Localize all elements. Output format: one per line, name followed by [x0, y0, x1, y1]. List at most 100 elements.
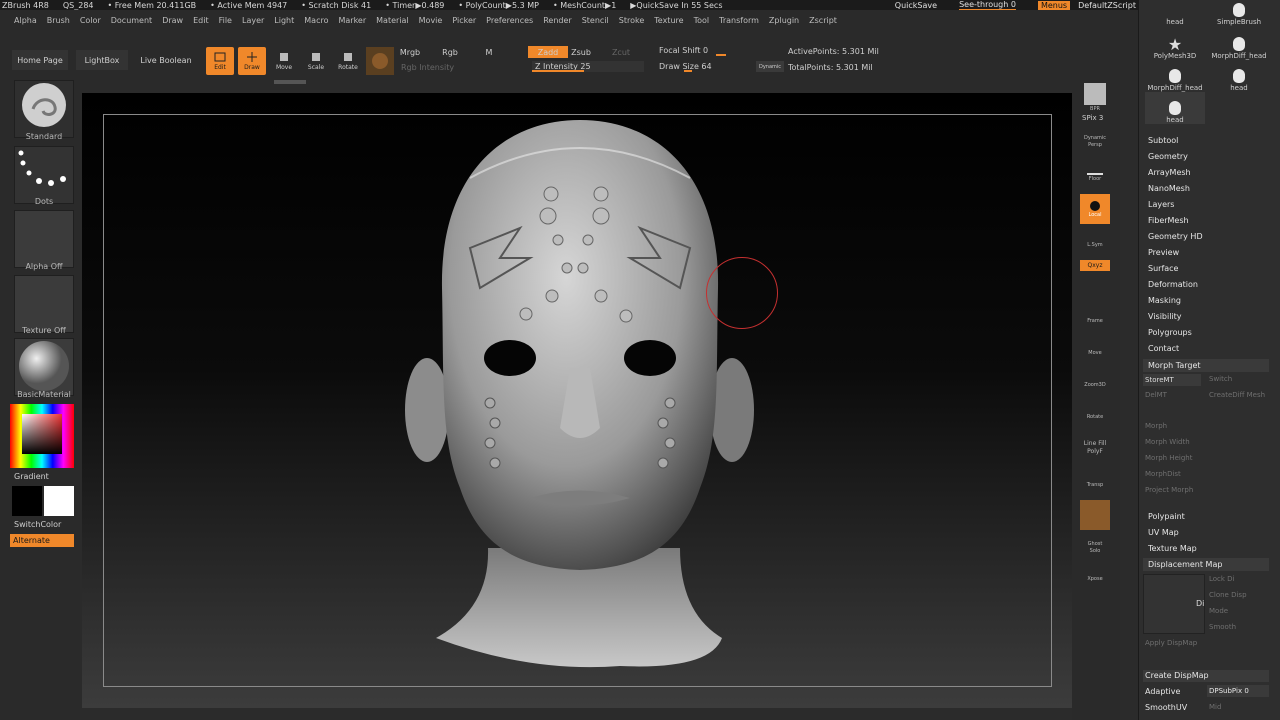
menu-color[interactable]: Color: [80, 16, 101, 25]
rotate-view-button[interactable]: Rotate: [1080, 402, 1110, 432]
rgb-intensity-slider[interactable]: Rgb Intensity: [398, 62, 526, 73]
texturemap-subpalette[interactable]: Texture Map: [1148, 544, 1197, 553]
subpalette-fibermesh[interactable]: FiberMesh: [1148, 216, 1189, 225]
subpalette-contact[interactable]: Contact: [1148, 344, 1179, 353]
subpalette-surface[interactable]: Surface: [1148, 264, 1178, 273]
move-button[interactable]: Move: [270, 47, 298, 75]
draw-button[interactable]: Draw: [238, 47, 266, 75]
adaptive-toggle[interactable]: Adaptive: [1145, 687, 1180, 696]
subtool-thumb-head[interactable]: head: [1145, 0, 1205, 26]
project-morph-slider[interactable]: Project Morph: [1145, 486, 1193, 494]
menu-zscript[interactable]: Zscript: [809, 16, 837, 25]
head-model[interactable]: [380, 118, 780, 678]
rgb-toggle[interactable]: Rgb: [440, 46, 460, 58]
scale-button[interactable]: Scale: [302, 47, 330, 75]
menu-texture[interactable]: Texture: [654, 16, 683, 25]
zcut-toggle[interactable]: Zcut: [610, 46, 632, 58]
menu-macro[interactable]: Macro: [304, 16, 328, 25]
secondary-color-swatch[interactable]: [44, 486, 74, 516]
floor-button[interactable]: Floor: [1080, 162, 1110, 192]
morph-height-slider[interactable]: Morph Height: [1145, 454, 1192, 462]
menu-stencil[interactable]: Stencil: [582, 16, 609, 25]
see-through-slider[interactable]: See-through 0: [959, 0, 1016, 11]
menu-file[interactable]: File: [219, 16, 232, 25]
zoom3d-button[interactable]: Zoom3D: [1080, 370, 1110, 400]
menu-layer[interactable]: Layer: [242, 16, 264, 25]
zsub-toggle[interactable]: Zsub: [570, 46, 592, 58]
subtool-thumb-simplebrush[interactable]: SimpleBrush: [1209, 0, 1269, 26]
xyz-button[interactable]: Qxyz: [1080, 260, 1110, 271]
subtool-thumb-polymesh3d[interactable]: ★ PolyMesh3D: [1145, 28, 1205, 61]
storemt-button[interactable]: StoreMT: [1143, 374, 1201, 386]
morph-slider[interactable]: Morph: [1145, 422, 1167, 430]
menu-document[interactable]: Document: [111, 16, 152, 25]
menu-alpha[interactable]: Alpha: [14, 16, 37, 25]
menu-light[interactable]: Light: [274, 16, 294, 25]
create-diff-button[interactable]: CreateDiff Mesh: [1209, 391, 1265, 399]
material-selector[interactable]: [14, 338, 74, 396]
subtool-thumb-morphdiff-2[interactable]: MorphDiff_head: [1145, 60, 1205, 92]
polypaint-subpalette[interactable]: Polypaint: [1148, 512, 1185, 521]
default-zscript[interactable]: DefaultZScript: [1078, 1, 1136, 10]
alternate-button[interactable]: Alternate: [10, 534, 74, 547]
morphdist-slider[interactable]: MorphDist: [1145, 470, 1181, 478]
dynamic-toggle[interactable]: Dynamic: [756, 61, 784, 72]
lightbox-button[interactable]: LightBox: [76, 50, 128, 70]
lock-disp-button[interactable]: Lock Di: [1209, 575, 1235, 583]
color-picker[interactable]: [10, 404, 74, 468]
apply-dispmap-button[interactable]: Apply DispMap: [1145, 639, 1197, 647]
material-swatch[interactable]: [366, 47, 394, 75]
menu-transform[interactable]: Transform: [719, 16, 759, 25]
subtool-thumb-head-3[interactable]: head: [1145, 92, 1205, 124]
subpalette-subtool[interactable]: Subtool: [1148, 136, 1178, 145]
live-boolean-button[interactable]: Live Boolean: [136, 50, 196, 70]
lsym-button[interactable]: L.Sym: [1080, 230, 1110, 260]
color-square[interactable]: [22, 414, 62, 454]
frame-button[interactable]: Frame: [1080, 306, 1110, 336]
persp-button[interactable]: Dynamic Persp: [1080, 126, 1110, 156]
solo-button[interactable]: Ghost Solo: [1080, 532, 1110, 562]
subpalette-deformation[interactable]: Deformation: [1148, 280, 1198, 289]
subpalette-layers[interactable]: Layers: [1148, 200, 1174, 209]
stroke-selector[interactable]: [14, 146, 74, 204]
zadd-toggle[interactable]: Zadd: [528, 46, 568, 58]
mrgb-toggle[interactable]: Mrgb: [398, 46, 422, 58]
disp-smooth-slider[interactable]: Smooth: [1209, 623, 1236, 631]
switch-color-button[interactable]: SwitchColor: [14, 520, 61, 529]
dpsubpix-slider[interactable]: DPSubPix 0: [1207, 685, 1269, 697]
morph-width-slider[interactable]: Morph Width: [1145, 438, 1190, 446]
menu-zplugin[interactable]: Zplugin: [769, 16, 799, 25]
displacement-preview[interactable]: Di: [1143, 574, 1205, 634]
smoothuv-toggle[interactable]: SmoothUV: [1145, 703, 1187, 712]
subpalette-visibility[interactable]: Visibility: [1148, 312, 1182, 321]
subpalette-nanomesh[interactable]: NanoMesh: [1148, 184, 1190, 193]
subpalette-geometry[interactable]: Geometry: [1148, 152, 1188, 161]
subpalette-masking[interactable]: Masking: [1148, 296, 1181, 305]
texture-selector[interactable]: [14, 275, 74, 333]
menu-draw[interactable]: Draw: [162, 16, 183, 25]
switch-button[interactable]: Switch: [1209, 375, 1232, 383]
menu-render[interactable]: Render: [543, 16, 571, 25]
xpose-button[interactable]: Xpose: [1080, 564, 1110, 594]
focal-shift-slider[interactable]: Focal Shift 0: [656, 45, 782, 56]
subtool-thumb-head-2[interactable]: head: [1209, 60, 1269, 92]
transp-button[interactable]: Transp: [1080, 470, 1110, 500]
quicksave-button[interactable]: QuickSave: [895, 1, 937, 10]
brush-selector[interactable]: [14, 80, 74, 138]
menu-movie[interactable]: Movie: [419, 16, 443, 25]
menu-tool[interactable]: Tool: [694, 16, 710, 25]
menu-material[interactable]: Material: [376, 16, 409, 25]
delmt-button[interactable]: DelMT: [1145, 391, 1167, 399]
m-toggle[interactable]: M: [482, 46, 496, 58]
edit-button[interactable]: Edit: [206, 47, 234, 75]
menu-edit[interactable]: Edit: [193, 16, 209, 25]
draw-size-slider[interactable]: Draw Size 64: [656, 61, 756, 72]
create-dispmap-button[interactable]: Create DispMap: [1143, 670, 1269, 682]
main-color-swatch[interactable]: [12, 486, 42, 516]
ghost-button[interactable]: [1080, 500, 1110, 530]
menus-toggle[interactable]: Menus: [1037, 0, 1071, 10]
subpalette-arraymesh[interactable]: ArrayMesh: [1148, 168, 1191, 177]
local-button[interactable]: Local: [1080, 194, 1110, 224]
clone-disp-button[interactable]: Clone Disp: [1209, 591, 1247, 599]
home-page-button[interactable]: Home Page: [12, 50, 68, 70]
